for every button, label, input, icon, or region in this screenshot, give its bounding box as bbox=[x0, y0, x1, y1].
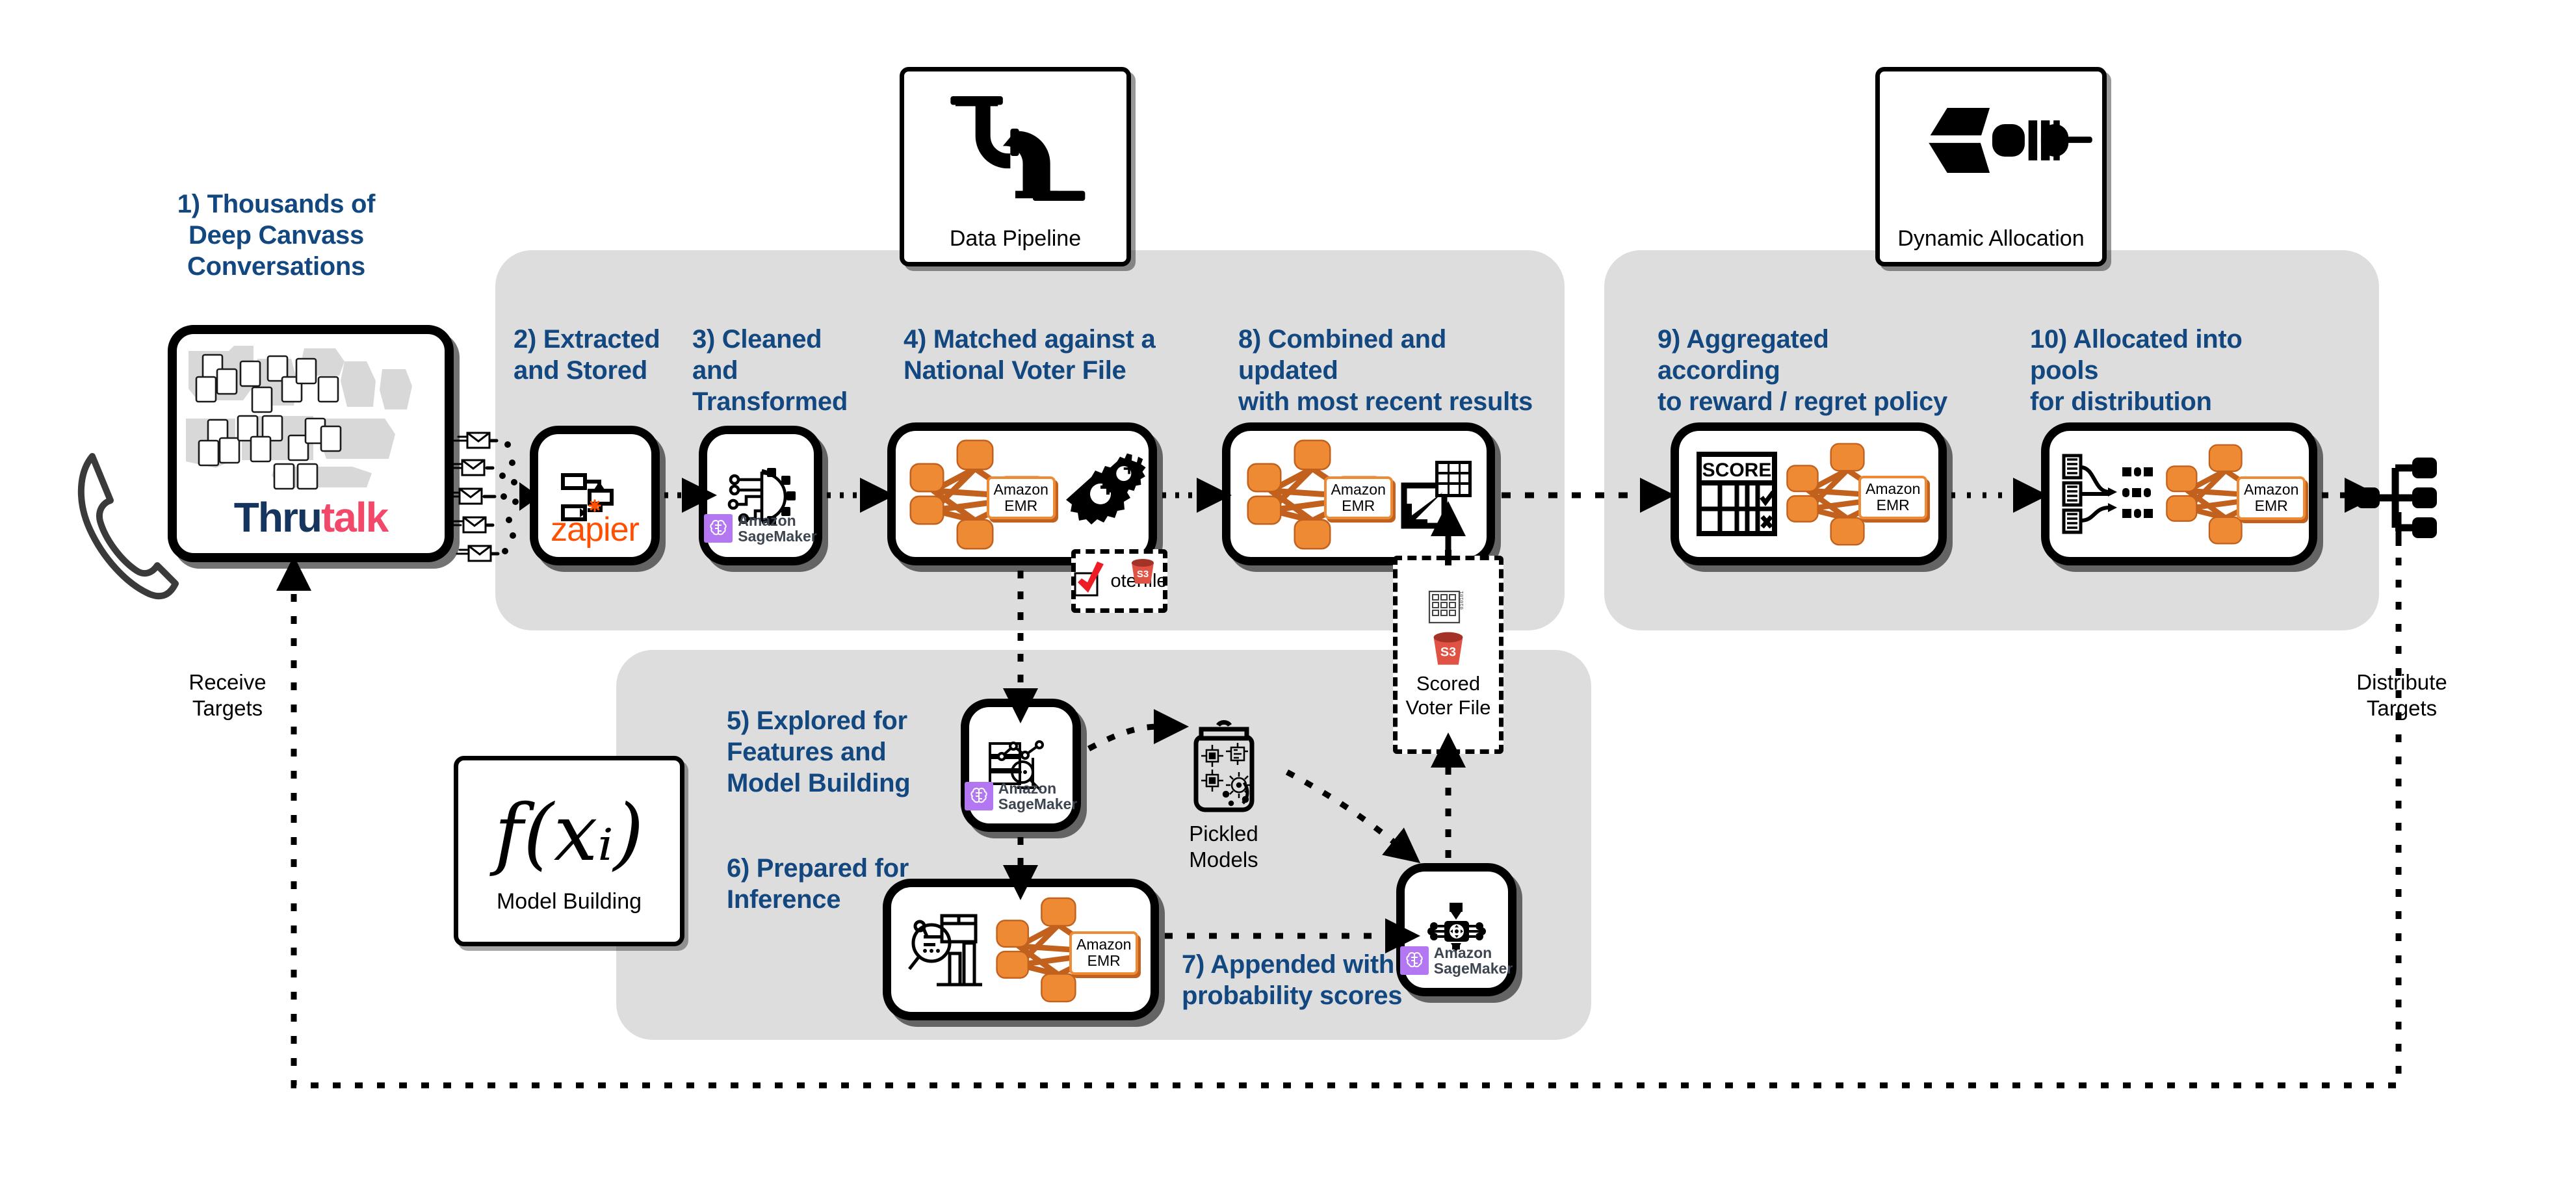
connector-layer bbox=[276, 478, 2402, 1089]
diagram-canvas: Data Pipeline Dynamic Allocation 1) Thou… bbox=[0, 0, 2576, 1177]
